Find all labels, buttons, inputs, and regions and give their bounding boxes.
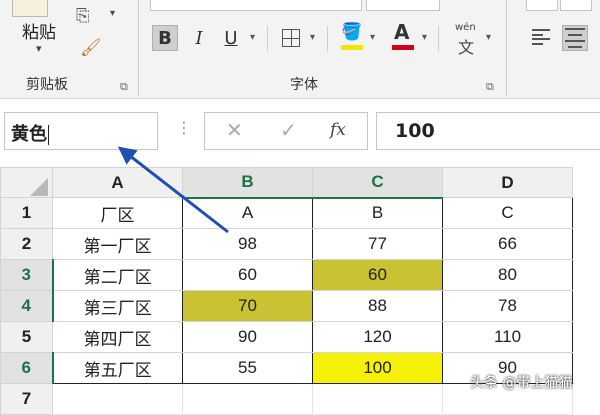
watermark: 头条 @带上猫猫	[470, 375, 573, 391]
annotation-arrow	[117, 146, 229, 234]
arrow-line	[117, 146, 229, 234]
